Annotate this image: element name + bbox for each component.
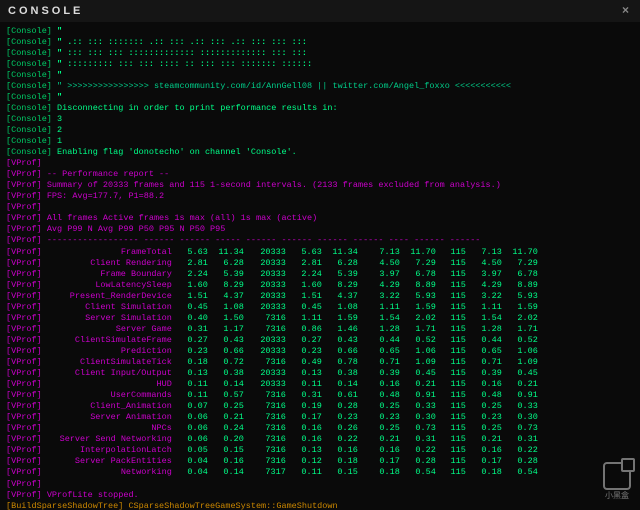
console-window: CONSOLE × [Console] "[Console] " .:: :::… (0, 0, 640, 510)
console-body[interactable]: [Console] "[Console] " .:: ::: ::::::: .… (0, 22, 640, 510)
watermark-logo: 小黑盒 (600, 462, 634, 500)
watermark-text: 小黑盒 (600, 491, 634, 501)
titlebar[interactable]: CONSOLE × (0, 0, 640, 22)
close-icon[interactable]: × (622, 3, 632, 19)
window-title: CONSOLE (8, 4, 83, 18)
